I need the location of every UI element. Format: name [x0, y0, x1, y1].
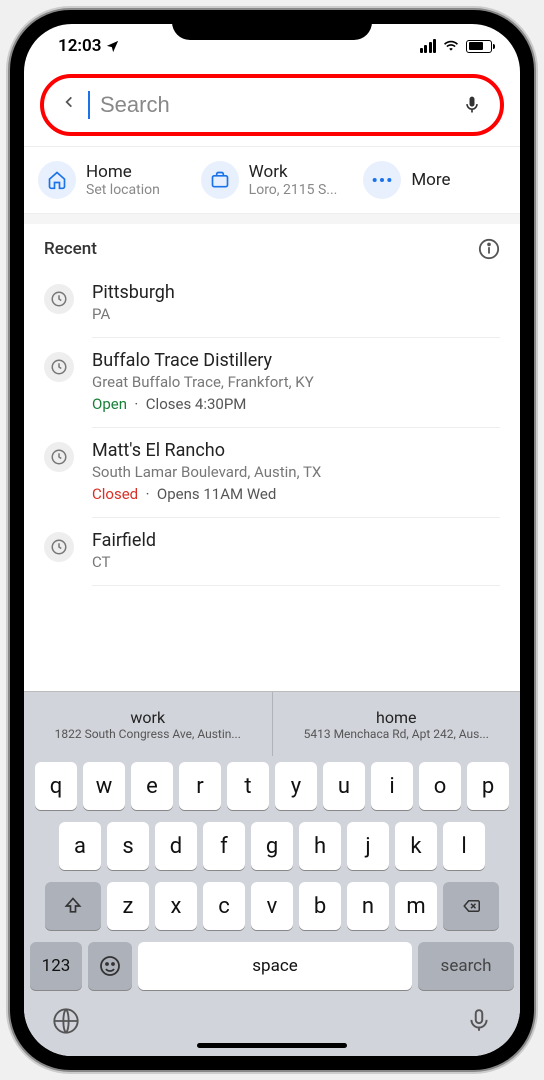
clock-icon: [44, 532, 74, 562]
key-search[interactable]: search: [418, 942, 514, 990]
recent-item[interactable]: Buffalo Trace Distillery Great Buffalo T…: [24, 338, 520, 428]
recent-list: Pittsburgh PA Buffalo Trace Distillery G…: [24, 270, 520, 586]
item-sub: CT: [92, 553, 500, 571]
key-w[interactable]: w: [83, 762, 125, 810]
backspace-icon: [459, 897, 483, 915]
shortcut-work-title: Work: [249, 162, 338, 182]
recent-header: Recent: [24, 224, 520, 270]
suggestion-title: work: [130, 708, 165, 727]
item-sub: Great Buffalo Trace, Frankfort, KY: [92, 373, 500, 391]
key-e[interactable]: e: [131, 762, 173, 810]
key-123[interactable]: 123: [30, 942, 82, 990]
item-sub: South Lamar Boulevard, Austin, TX: [92, 463, 500, 481]
recent-item[interactable]: Matt's El Rancho South Lamar Boulevard, …: [24, 428, 520, 518]
key-v[interactable]: v: [251, 882, 293, 930]
recent-title: Recent: [44, 239, 97, 259]
wifi-icon: [442, 39, 460, 53]
globe-icon[interactable]: [52, 1007, 80, 1035]
key-space[interactable]: space: [138, 942, 412, 990]
key-b[interactable]: b: [299, 882, 341, 930]
dictation-icon[interactable]: [466, 1006, 492, 1036]
battery-icon: [466, 40, 492, 53]
recent-item[interactable]: Fairfield CT: [24, 518, 520, 586]
section-spacer: [24, 214, 520, 224]
key-c[interactable]: c: [203, 882, 245, 930]
mic-icon[interactable]: [462, 92, 482, 118]
key-x[interactable]: x: [155, 882, 197, 930]
shortcut-work-sub: Loro, 2115 S...: [249, 182, 338, 198]
location-icon: [105, 39, 120, 54]
key-h[interactable]: h: [299, 822, 341, 870]
emoji-icon: [98, 954, 122, 978]
item-title: Buffalo Trace Distillery: [92, 350, 500, 371]
item-status: Closed · Opens 11AM Wed: [92, 485, 500, 503]
clock-icon: [44, 352, 74, 382]
keyboard-suggestions: work 1822 South Congress Ave, Austin...h…: [24, 692, 520, 756]
key-k[interactable]: k: [395, 822, 437, 870]
key-y[interactable]: y: [275, 762, 317, 810]
screen: 12:03 Home Set locatio: [24, 24, 520, 1056]
key-g[interactable]: g: [251, 822, 293, 870]
shortcut-home[interactable]: Home Set location: [28, 157, 191, 203]
recent-item[interactable]: Pittsburgh PA: [24, 270, 520, 338]
briefcase-icon: [210, 170, 230, 190]
keyboard-suggestion[interactable]: home 5413 Menchaca Rd, Apt 242, Aus...: [273, 692, 521, 756]
shortcut-more-title: More: [411, 170, 450, 190]
key-shift[interactable]: [45, 882, 101, 930]
keyboard: work 1822 South Congress Ave, Austin...h…: [24, 691, 520, 1056]
item-sub: PA: [92, 305, 500, 323]
key-r[interactable]: r: [179, 762, 221, 810]
key-j[interactable]: j: [347, 822, 389, 870]
key-f[interactable]: f: [203, 822, 245, 870]
back-icon[interactable]: [62, 90, 76, 120]
key-a[interactable]: a: [59, 822, 101, 870]
status-time: 12:03: [58, 36, 101, 56]
suggestion-title: home: [376, 708, 416, 727]
more-icon: [371, 177, 393, 183]
item-status: Open · Closes 4:30PM: [92, 395, 500, 413]
key-d[interactable]: d: [155, 822, 197, 870]
shortcuts-row: Home Set location Work Loro, 2115 S... M…: [24, 146, 520, 214]
text-cursor: [88, 91, 90, 119]
clock-icon: [44, 284, 74, 314]
key-z[interactable]: z: [107, 882, 149, 930]
key-emoji[interactable]: [88, 942, 132, 990]
key-t[interactable]: t: [227, 762, 269, 810]
key-u[interactable]: u: [323, 762, 365, 810]
key-m[interactable]: m: [395, 882, 437, 930]
item-title: Fairfield: [92, 530, 500, 551]
signal-icon: [420, 39, 437, 53]
shortcut-home-title: Home: [86, 162, 160, 182]
phone-frame: 12:03 Home Set locatio: [10, 10, 534, 1070]
home-icon: [47, 170, 67, 190]
key-l[interactable]: l: [443, 822, 485, 870]
search-input[interactable]: [100, 92, 450, 118]
key-o[interactable]: o: [419, 762, 461, 810]
key-s[interactable]: s: [107, 822, 149, 870]
key-n[interactable]: n: [347, 882, 389, 930]
key-backspace[interactable]: [443, 882, 499, 930]
shortcut-more[interactable]: More: [353, 157, 516, 203]
item-title: Pittsburgh: [92, 282, 500, 303]
shift-icon: [63, 896, 83, 916]
shortcut-home-sub: Set location: [86, 182, 160, 198]
notch: [172, 10, 372, 40]
keyboard-suggestion[interactable]: work 1822 South Congress Ave, Austin...: [24, 692, 273, 756]
home-indicator[interactable]: [197, 1043, 347, 1048]
clock-icon: [44, 442, 74, 472]
info-icon[interactable]: [478, 238, 500, 260]
key-i[interactable]: i: [371, 762, 413, 810]
item-title: Matt's El Rancho: [92, 440, 500, 461]
key-p[interactable]: p: [467, 762, 509, 810]
shortcut-work[interactable]: Work Loro, 2115 S...: [191, 157, 354, 203]
suggestion-sub: 1822 South Congress Ave, Austin...: [55, 727, 241, 741]
suggestion-sub: 5413 Menchaca Rd, Apt 242, Aus...: [304, 727, 489, 741]
key-q[interactable]: q: [35, 762, 77, 810]
search-bar[interactable]: [40, 74, 504, 136]
